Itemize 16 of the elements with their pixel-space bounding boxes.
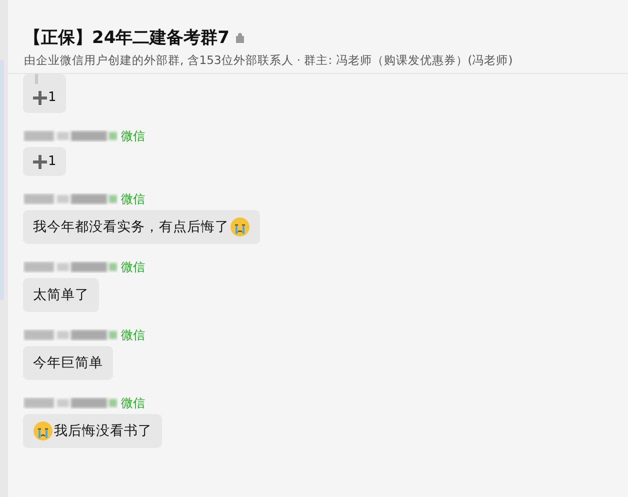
group-title: 【正保】24年二建备考群7 <box>24 27 230 49</box>
source-label: 微信 <box>121 128 145 144</box>
reaction-count: 1 <box>48 90 56 105</box>
reaction-count: 1 <box>48 154 56 169</box>
lock-icon <box>236 32 244 43</box>
group-description: 由企业微信用户创建的外部群, 含153位外部联系人 · 群主: 冯老师（购课发优惠券）(冯老师) <box>24 53 514 68</box>
source-label: 微信 <box>121 190 145 208</box>
source-label: 微信 <box>121 258 145 276</box>
message-text: 我后悔没看书了 <box>54 422 152 441</box>
message-text: 今年巨简单 <box>33 354 103 373</box>
plus-icon <box>33 154 47 168</box>
plus-icon <box>33 90 47 104</box>
message-text: 太简单了 <box>33 286 89 305</box>
message-text: 我今年都没看实务，有点后悔了 <box>33 218 229 237</box>
source-label: 微信 <box>121 394 145 412</box>
source-label: 微信 <box>121 326 145 344</box>
